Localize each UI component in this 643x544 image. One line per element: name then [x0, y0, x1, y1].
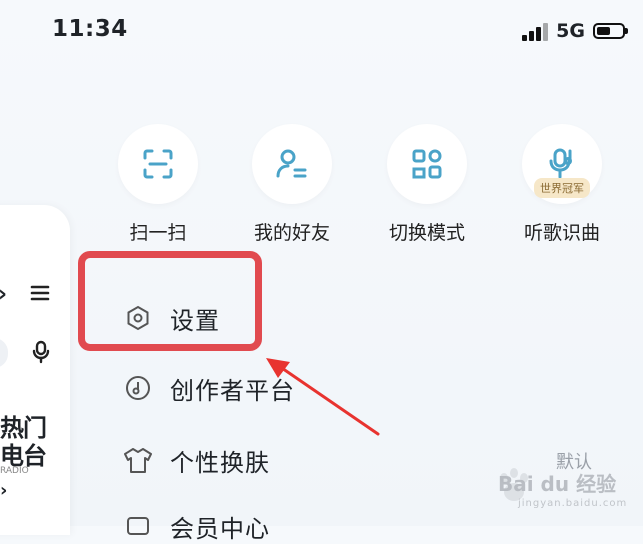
menu-icon[interactable] [30, 284, 50, 306]
quick-action-friends[interactable]: 我的好友 [232, 124, 352, 245]
annotation-arrow-icon [266, 358, 380, 436]
menu-item-vip[interactable]: 会员中心 [120, 508, 270, 544]
battery-icon [593, 23, 628, 39]
switch-mode-icon [387, 124, 467, 204]
quick-action-song-recognition[interactable]: 世界冠军 听歌识曲 [502, 124, 622, 245]
radio-card-subtitle: RADIO [0, 466, 29, 476]
quick-action-label: 我的好友 [253, 222, 330, 244]
friends-icon [252, 124, 332, 204]
song-recognition-icon: 世界冠军 [522, 124, 602, 204]
status-time: 11:34 [52, 16, 128, 42]
skin-icon [120, 442, 156, 478]
watermark-text: Bai du 经验 [498, 472, 617, 496]
quick-action-label: 听歌识曲 [523, 222, 600, 244]
quick-action-switch-mode[interactable]: 切换模式 [367, 124, 487, 245]
signal-icon [522, 21, 549, 41]
status-indicators: 5G [522, 20, 628, 42]
background-page-panel[interactable] [0, 205, 70, 535]
menu-item-skin[interactable]: 个性换肤 [120, 442, 270, 478]
quick-action-label: 切换模式 [388, 222, 465, 244]
annotation-highlight-box [78, 251, 262, 351]
vip-icon [120, 508, 156, 544]
quick-action-scan[interactable]: 扫一扫 [98, 124, 218, 245]
watermark-subtext: jingyan.baidu.com [518, 498, 628, 509]
menu-item-label: 会员中心 [170, 514, 270, 543]
quick-action-label: 扫一扫 [129, 222, 187, 244]
mic-icon[interactable] [31, 340, 53, 368]
champion-badge: 世界冠军 [534, 178, 590, 198]
chevron-right-icon: › [0, 480, 8, 501]
menu-item-label: 个性换肤 [170, 448, 270, 477]
chevron-icon: › [0, 282, 7, 307]
scan-icon [118, 124, 198, 204]
creator-icon [120, 370, 156, 406]
network-type: 5G [556, 20, 585, 42]
